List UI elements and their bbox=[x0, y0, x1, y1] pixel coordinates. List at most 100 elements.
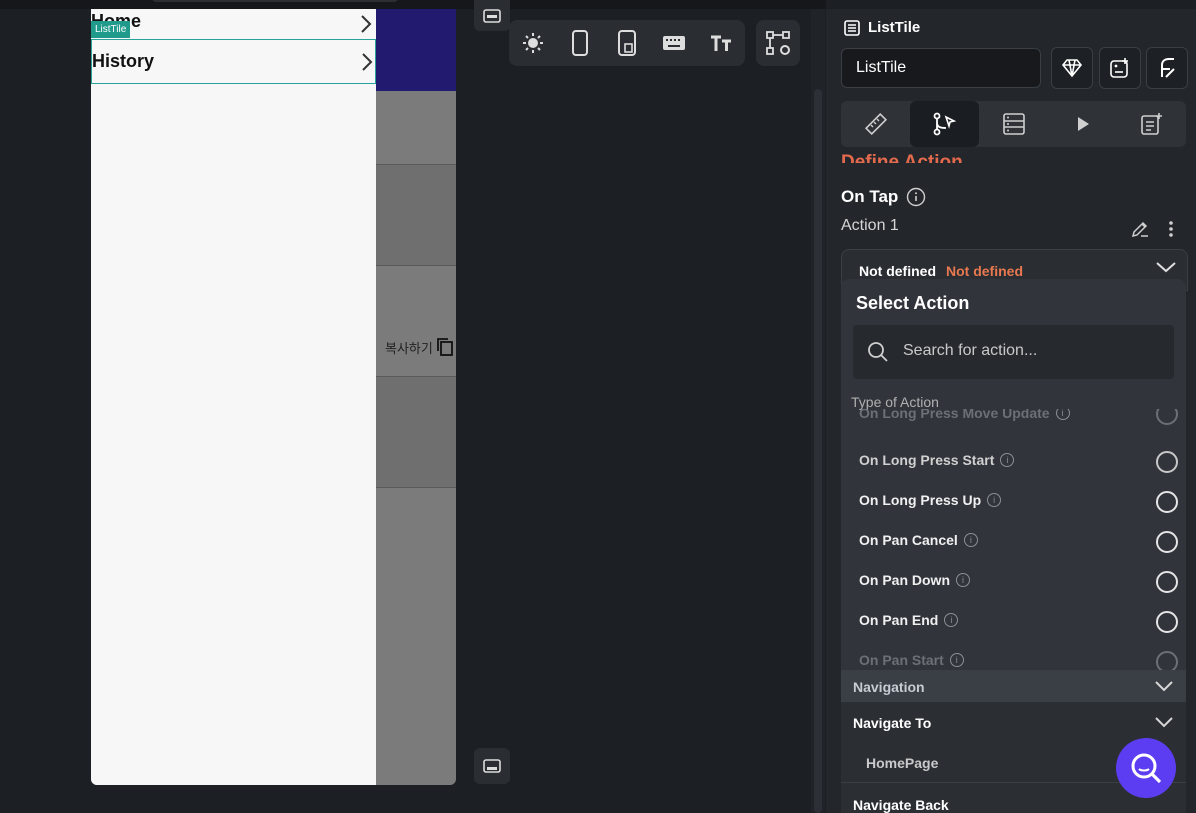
option-label: On Pan Cancel bbox=[859, 532, 958, 548]
top-strip bbox=[0, 0, 826, 9]
radio-button[interactable] bbox=[1156, 451, 1178, 473]
properties-panel: ListTile ListTile Define Action On Tap A… bbox=[826, 9, 1196, 813]
action-status-value: Not defined bbox=[946, 263, 1023, 279]
ruler-icon bbox=[864, 112, 887, 136]
action-label: Action 1 bbox=[841, 217, 899, 234]
preview-toolbar bbox=[509, 20, 745, 66]
copy-row[interactable]: 복사하기 bbox=[385, 337, 455, 357]
navigation-drawer: Home History bbox=[91, 9, 376, 785]
option-pan-end[interactable]: On Pan End i bbox=[841, 600, 1186, 640]
info-icon: i bbox=[1000, 453, 1015, 467]
radio-button[interactable] bbox=[1156, 571, 1178, 593]
option-label: On Long Press Up bbox=[859, 492, 982, 508]
info-icon: i bbox=[987, 493, 1002, 507]
radio-button[interactable] bbox=[1156, 409, 1178, 425]
info-icon[interactable] bbox=[906, 187, 926, 207]
option-pan-start[interactable]: On Pan Start i bbox=[841, 640, 1186, 670]
tab-properties[interactable] bbox=[841, 101, 910, 147]
sun-icon[interactable] bbox=[519, 29, 547, 57]
canvas-scrollbar[interactable] bbox=[811, 9, 825, 813]
copy-icon bbox=[436, 338, 453, 356]
action-flow-icon bbox=[933, 112, 956, 136]
option-pan-down[interactable]: On Pan Down i bbox=[841, 560, 1186, 600]
copy-label: 복사하기 bbox=[385, 341, 433, 357]
tablet-icon[interactable] bbox=[613, 29, 641, 57]
option-long-press-start[interactable]: On Long Press Start i bbox=[841, 440, 1186, 480]
panel-bottom-icon bbox=[483, 759, 501, 773]
top-pill bbox=[152, 0, 398, 2]
dropdown-title: Select Action bbox=[856, 293, 970, 313]
trigger-on-tap: On Tap bbox=[841, 187, 926, 207]
collapse-top-button[interactable] bbox=[474, 0, 510, 31]
help-search-button[interactable] bbox=[1116, 738, 1176, 798]
flutterflow-icon bbox=[1161, 58, 1175, 78]
database-icon bbox=[1002, 113, 1025, 135]
chevron-down-icon bbox=[1156, 262, 1176, 273]
chevron-down-icon bbox=[1155, 717, 1173, 728]
info-icon: i bbox=[956, 573, 970, 587]
radio-button[interactable] bbox=[1156, 531, 1178, 553]
category-label: Navigation bbox=[853, 679, 925, 695]
text-size-icon[interactable] bbox=[707, 29, 735, 57]
panel-top-icon bbox=[483, 8, 501, 23]
option-long-press-move-update[interactable]: On Long Press Move Update i bbox=[841, 409, 1186, 429]
panel-title: ListTile bbox=[868, 19, 921, 36]
radio-button[interactable] bbox=[1156, 611, 1178, 633]
navigate-back-label: Navigate Back bbox=[853, 797, 949, 813]
panel-tabs bbox=[841, 101, 1186, 147]
search-icon bbox=[868, 342, 888, 362]
widget-plus-icon bbox=[1110, 58, 1128, 78]
more-vert-icon[interactable] bbox=[1168, 219, 1174, 239]
graph-settings-icon bbox=[766, 31, 790, 55]
navigate-to-page[interactable]: HomePage bbox=[866, 755, 938, 771]
type-of-action-label: Type of Action bbox=[851, 394, 939, 410]
search-placeholder: Search for action... bbox=[903, 342, 1038, 359]
section-heading: Define Action bbox=[841, 152, 963, 163]
tab-actions[interactable] bbox=[910, 101, 979, 147]
graph-settings-button[interactable] bbox=[756, 20, 800, 66]
flutterflow-button[interactable] bbox=[1146, 47, 1188, 89]
widget-name-field[interactable]: ListTile bbox=[841, 48, 1041, 88]
option-label: On Pan End bbox=[859, 612, 939, 628]
option-long-press-up[interactable]: On Long Press Up i bbox=[841, 480, 1186, 520]
action-status-label: Not defined bbox=[859, 263, 936, 279]
trigger-label: On Tap bbox=[841, 187, 899, 206]
action-tools bbox=[1130, 219, 1174, 239]
select-action-dropdown: Select Action Search for action... Type … bbox=[841, 279, 1186, 813]
selected-widget-tag: ListTile bbox=[91, 21, 131, 38]
radio-button[interactable] bbox=[1156, 491, 1178, 513]
card-2 bbox=[375, 376, 456, 488]
add-widget-button[interactable] bbox=[1099, 47, 1141, 89]
chevron-right-icon bbox=[361, 15, 372, 33]
option-label: On Pan Down bbox=[859, 572, 950, 588]
diamond-icon bbox=[1061, 59, 1083, 78]
radio-button[interactable] bbox=[1156, 651, 1178, 670]
info-icon: i bbox=[963, 533, 978, 547]
card-1 bbox=[375, 164, 456, 266]
scrollbar-thumb[interactable] bbox=[814, 89, 822, 813]
phone-icon[interactable] bbox=[566, 29, 594, 57]
drawer-item-history[interactable]: History bbox=[91, 39, 376, 84]
info-icon: i bbox=[949, 653, 964, 667]
drawer-item-home[interactable]: Home bbox=[91, 9, 374, 39]
option-label: On Pan Start bbox=[859, 652, 944, 668]
chevron-down-icon bbox=[1155, 681, 1173, 692]
keyboard-icon[interactable] bbox=[660, 29, 688, 57]
drawer-item-label: History bbox=[92, 51, 155, 71]
play-icon bbox=[1077, 117, 1089, 131]
search-icon bbox=[1131, 753, 1162, 784]
tab-run[interactable] bbox=[1048, 101, 1117, 147]
edit-icon[interactable] bbox=[1130, 219, 1150, 239]
collapse-bottom-button[interactable] bbox=[474, 748, 510, 784]
list-widget-icon bbox=[844, 19, 860, 36]
category-navigation[interactable]: Navigation bbox=[841, 670, 1186, 702]
diamond-button[interactable] bbox=[1051, 47, 1093, 89]
tab-backend-query[interactable] bbox=[979, 101, 1048, 147]
panel-header: ListTile bbox=[844, 19, 920, 36]
info-icon: i bbox=[944, 613, 959, 627]
option-pan-cancel[interactable]: On Pan Cancel i bbox=[841, 520, 1186, 560]
tab-notes[interactable] bbox=[1117, 101, 1186, 147]
action-search-input[interactable]: Search for action... bbox=[853, 325, 1174, 379]
option-label: On Long Press Move Update bbox=[859, 409, 1050, 421]
option-label: On Long Press Start bbox=[859, 452, 995, 468]
